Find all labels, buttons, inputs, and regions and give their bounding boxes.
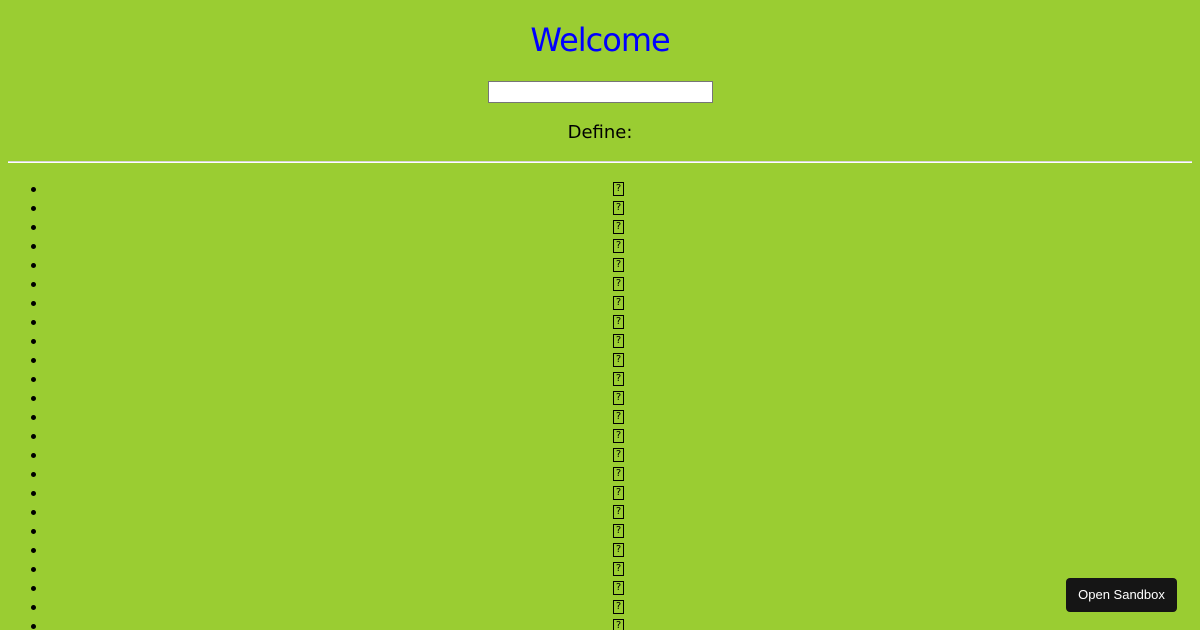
bullet-icon bbox=[31, 510, 36, 515]
list-item: ? bbox=[0, 541, 1200, 560]
list-item: ? bbox=[0, 522, 1200, 541]
bullet-icon bbox=[31, 244, 36, 249]
list-item: ? bbox=[0, 598, 1200, 617]
divider bbox=[8, 161, 1192, 163]
missing-glyph-icon: ? bbox=[613, 182, 624, 196]
missing-glyph-icon: ? bbox=[613, 372, 624, 386]
bullet-icon bbox=[31, 206, 36, 211]
bullet-icon bbox=[31, 396, 36, 401]
missing-glyph-icon: ? bbox=[613, 581, 624, 595]
list-item: ? bbox=[0, 389, 1200, 408]
missing-glyph-icon: ? bbox=[613, 429, 624, 443]
missing-glyph-icon: ? bbox=[613, 258, 624, 272]
missing-glyph-icon: ? bbox=[613, 524, 624, 538]
list-item: ? bbox=[0, 465, 1200, 484]
list-item: ? bbox=[0, 332, 1200, 351]
missing-glyph-icon: ? bbox=[613, 315, 624, 329]
list-item: ? bbox=[0, 617, 1200, 630]
bullet-icon bbox=[31, 301, 36, 306]
bullet-icon bbox=[31, 624, 36, 629]
missing-glyph-icon: ? bbox=[613, 562, 624, 576]
list-item: ? bbox=[0, 446, 1200, 465]
list-item: ? bbox=[0, 237, 1200, 256]
bullet-icon bbox=[31, 491, 36, 496]
bullet-icon bbox=[31, 529, 36, 534]
list-item: ? bbox=[0, 427, 1200, 446]
bullet-icon bbox=[31, 586, 36, 591]
missing-glyph-icon: ? bbox=[613, 619, 624, 630]
bullet-icon bbox=[31, 263, 36, 268]
missing-glyph-icon: ? bbox=[613, 486, 624, 500]
missing-glyph-icon: ? bbox=[613, 467, 624, 481]
bullet-icon bbox=[31, 415, 36, 420]
bullet-icon bbox=[31, 282, 36, 287]
bullet-icon bbox=[31, 377, 36, 382]
list-item: ? bbox=[0, 180, 1200, 199]
bullet-icon bbox=[31, 548, 36, 553]
list-item: ? bbox=[0, 579, 1200, 598]
missing-glyph-icon: ? bbox=[613, 277, 624, 291]
page-title: Welcome bbox=[530, 21, 670, 59]
bullet-icon bbox=[31, 472, 36, 477]
bullet-icon bbox=[31, 225, 36, 230]
list-item: ? bbox=[0, 484, 1200, 503]
list-item: ? bbox=[0, 503, 1200, 522]
missing-glyph-icon: ? bbox=[613, 600, 624, 614]
define-label: Define: bbox=[567, 122, 633, 143]
bullet-icon bbox=[31, 320, 36, 325]
list-item: ? bbox=[0, 294, 1200, 313]
missing-glyph-icon: ? bbox=[613, 220, 624, 234]
missing-glyph-icon: ? bbox=[613, 543, 624, 557]
missing-glyph-icon: ? bbox=[613, 239, 624, 253]
open-sandbox-button[interactable]: Open Sandbox bbox=[1066, 578, 1177, 612]
missing-glyph-icon: ? bbox=[613, 391, 624, 405]
bullet-icon bbox=[31, 453, 36, 458]
missing-glyph-icon: ? bbox=[613, 505, 624, 519]
bullet-icon bbox=[31, 339, 36, 344]
bullet-icon bbox=[31, 358, 36, 363]
list-item: ? bbox=[0, 199, 1200, 218]
list-item: ? bbox=[0, 370, 1200, 389]
bullet-icon bbox=[31, 605, 36, 610]
missing-glyph-icon: ? bbox=[613, 410, 624, 424]
word-list: ???????????????????????? bbox=[0, 180, 1200, 630]
list-item: ? bbox=[0, 218, 1200, 237]
search-input[interactable] bbox=[488, 81, 713, 103]
missing-glyph-icon: ? bbox=[613, 353, 624, 367]
missing-glyph-icon: ? bbox=[613, 201, 624, 215]
bullet-icon bbox=[31, 567, 36, 572]
missing-glyph-icon: ? bbox=[613, 296, 624, 310]
list-item: ? bbox=[0, 560, 1200, 579]
list-item: ? bbox=[0, 256, 1200, 275]
list-item: ? bbox=[0, 313, 1200, 332]
list-item: ? bbox=[0, 408, 1200, 427]
list-item: ? bbox=[0, 275, 1200, 294]
missing-glyph-icon: ? bbox=[613, 448, 624, 462]
missing-glyph-icon: ? bbox=[613, 334, 624, 348]
bullet-icon bbox=[31, 187, 36, 192]
bullet-icon bbox=[31, 434, 36, 439]
list-item: ? bbox=[0, 351, 1200, 370]
